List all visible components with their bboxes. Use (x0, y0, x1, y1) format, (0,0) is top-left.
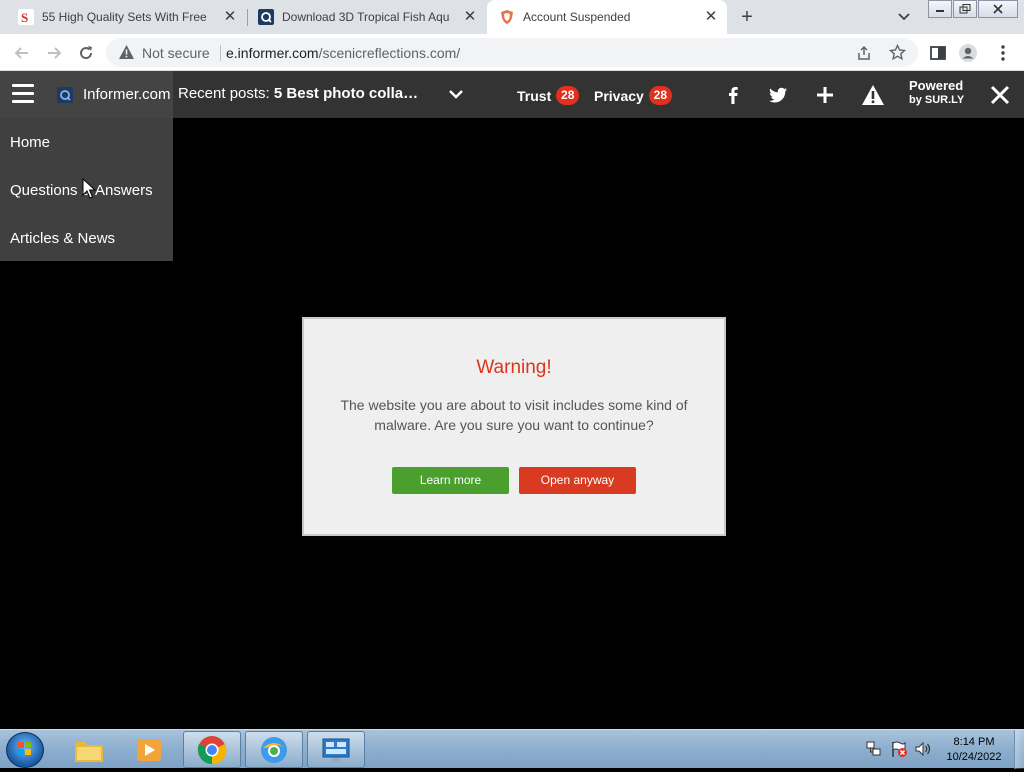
recent-posts-label: Recent posts: (178, 85, 270, 102)
restore-icon (959, 4, 971, 14)
chrome-taskbar-button[interactable] (183, 731, 241, 768)
informer-logo-icon[interactable] (57, 87, 73, 103)
tab-strip: S 55 High Quality Sets With Free D ✕ Dow… (0, 0, 1024, 34)
tab-aquarium[interactable]: Download 3D Tropical Fish Aquar ✕ (248, 0, 486, 34)
trust-label: Trust (517, 87, 552, 104)
tab-title: 55 High Quality Sets With Free D (42, 10, 210, 24)
shield-icon (501, 10, 513, 24)
menu-item-home[interactable]: Home (10, 134, 50, 151)
windows-logo-icon (18, 742, 31, 755)
malware-warning-dialog: Warning! The website you are about to vi… (302, 317, 726, 536)
dialog-message: The website you are about to visit inclu… (340, 397, 688, 433)
media-player-taskbar-button[interactable] (120, 731, 178, 768)
new-tab-button[interactable]: + (736, 7, 758, 29)
tab-sets[interactable]: S 55 High Quality Sets With Free D ✕ (0, 0, 246, 34)
close-icon[interactable] (990, 85, 1010, 105)
close-icon (993, 4, 1003, 14)
informer-icon (258, 9, 274, 25)
browser-toolbar: Not secure e.informer.com/scenicreflecti… (0, 34, 1024, 71)
side-panel-icon[interactable] (928, 43, 948, 63)
minimize-icon (936, 10, 944, 12)
browser-taskbar-button[interactable] (245, 731, 303, 768)
reload-icon[interactable] (76, 43, 96, 63)
tab-title: Account Suspended (523, 10, 631, 24)
privacy-label: Privacy (594, 87, 644, 104)
back-arrow-icon[interactable] (12, 43, 32, 63)
powered-by-surly[interactable]: Powered by SUR.LY (909, 79, 964, 107)
privacy-score[interactable]: Privacy 28 (594, 86, 672, 105)
profile-avatar-icon[interactable] (958, 43, 978, 63)
surly-top-bar: Informer.com Recent posts: 5 Best photo … (0, 71, 1024, 118)
address-bar[interactable]: Not secure e.informer.com/scenicreflecti… (106, 38, 918, 67)
show-desktop-button[interactable] (1014, 730, 1024, 769)
restore-button[interactable] (953, 0, 977, 18)
close-tab-icon[interactable]: ✕ (222, 9, 238, 25)
minimize-button[interactable] (928, 0, 952, 18)
close-tab-icon[interactable]: ✕ (462, 9, 478, 25)
tab-title: Download 3D Tropical Fish Aquar (282, 10, 450, 24)
privacy-badge: 28 (648, 86, 672, 105)
url-text[interactable]: e.informer.com/scenicreflections.com/ (226, 45, 460, 61)
chevron-down-icon[interactable] (896, 9, 912, 25)
twitter-icon[interactable] (767, 84, 789, 106)
media-player-icon (137, 738, 161, 761)
recent-post-title: 5 Best photo colla… (273, 85, 419, 102)
close-window-button[interactable] (978, 0, 1018, 18)
facebook-icon[interactable] (722, 84, 744, 106)
system-clock[interactable]: 8:14 PM 10/24/2022 (938, 735, 1010, 765)
security-label[interactable]: Not secure (142, 45, 210, 61)
open-anyway-button[interactable]: Open anyway (519, 467, 636, 494)
s-letter-icon: S (18, 9, 34, 25)
close-tab-icon[interactable]: ✕ (703, 9, 719, 25)
warning-triangle-icon[interactable] (118, 44, 135, 60)
globe-browser-icon (261, 736, 287, 763)
clock-time: 8:14 PM (953, 736, 995, 748)
network-icon[interactable] (866, 740, 882, 758)
plus-icon[interactable] (814, 84, 836, 106)
omnibox-divider (220, 45, 221, 61)
powered-line1: Powered (909, 78, 964, 93)
hamburger-menu-icon[interactable] (12, 84, 34, 104)
start-button[interactable] (6, 732, 44, 768)
url-host: e.informer.com (226, 45, 319, 61)
action-center-flag-icon[interactable] (890, 740, 908, 758)
recent-posts[interactable]: Recent posts: 5 Best photo colla… (178, 85, 423, 102)
forward-arrow-icon[interactable] (44, 43, 64, 63)
bookmark-star-icon[interactable] (889, 44, 906, 61)
page-viewport: Informer.com Recent posts: 5 Best photo … (0, 71, 1024, 729)
svg-text:S: S (21, 10, 28, 25)
kebab-menu-icon[interactable] (993, 43, 1013, 63)
share-icon[interactable] (856, 45, 872, 61)
chevron-down-icon[interactable] (448, 87, 464, 101)
powered-line2: by SUR.LY (909, 94, 965, 106)
menu-item-articles-news[interactable]: Articles & News (10, 230, 115, 247)
clock-date: 10/24/2022 (946, 751, 1002, 763)
volume-icon[interactable] (914, 740, 932, 758)
trust-badge: 28 (556, 86, 580, 105)
mouse-cursor-icon (82, 178, 96, 199)
warning-icon[interactable] (861, 84, 885, 106)
brand-name[interactable]: Informer.com (83, 86, 171, 103)
folder-icon (75, 741, 103, 762)
trust-score[interactable]: Trust 28 (517, 86, 580, 105)
chrome-icon (197, 735, 227, 764)
url-path: /scenicreflections.com/ (318, 45, 461, 61)
control-panel-taskbar-button[interactable] (307, 731, 365, 768)
learn-more-button[interactable]: Learn more (392, 467, 509, 494)
tab-account-suspended[interactable]: Account Suspended ✕ (487, 0, 727, 34)
control-panel-icon (322, 738, 350, 762)
dialog-heading: Warning! (476, 357, 552, 378)
explorer-taskbar-button[interactable] (60, 731, 118, 768)
windows-taskbar: 8:14 PM 10/24/2022 (0, 729, 1024, 769)
